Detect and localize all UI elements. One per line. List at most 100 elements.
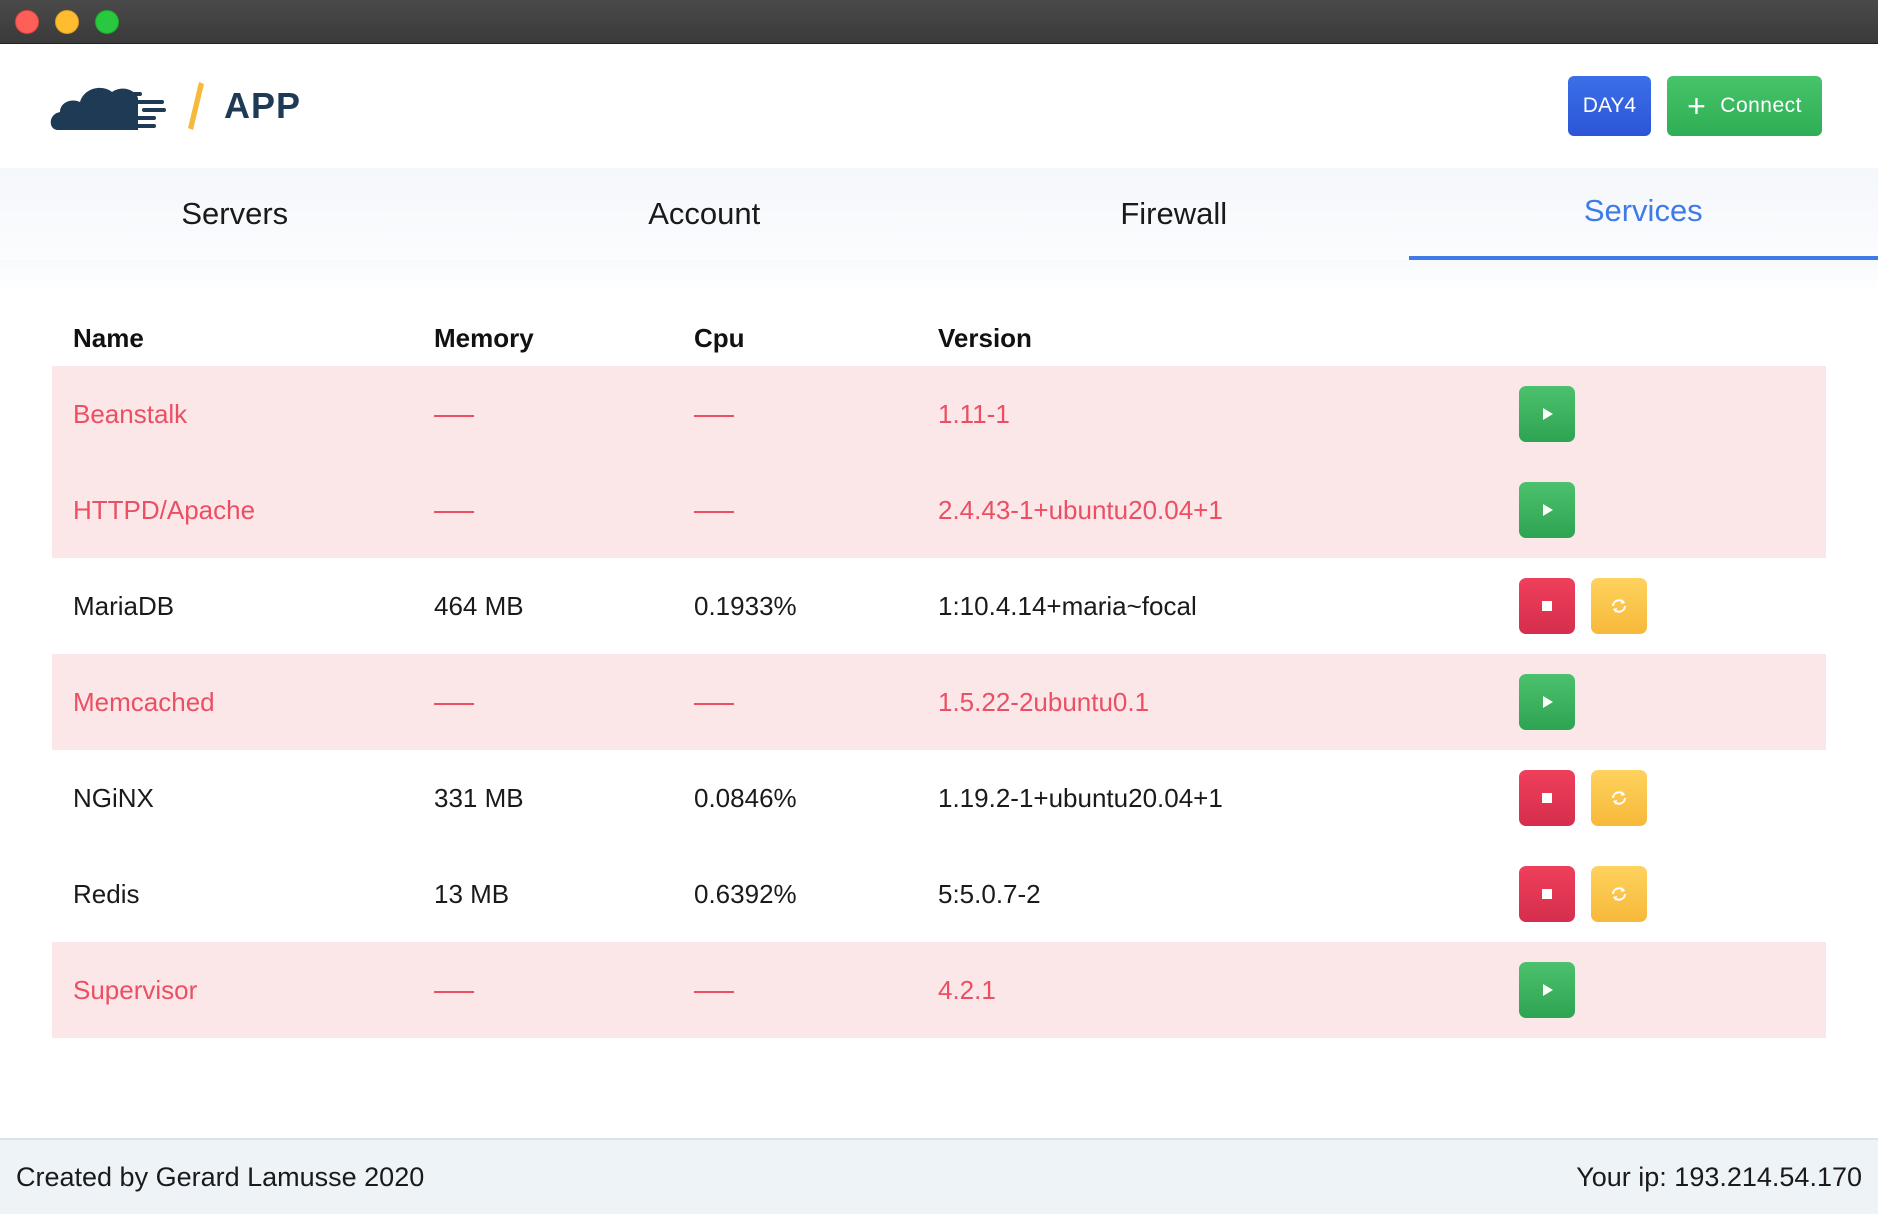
- stop-icon: [1542, 601, 1552, 611]
- column-header-memory: Memory: [434, 322, 534, 353]
- column-header-version: Version: [938, 322, 1032, 353]
- service-version: 1.11-1: [938, 398, 1010, 429]
- service-name: Redis: [73, 878, 140, 909]
- stop-service-button[interactable]: [1519, 866, 1575, 922]
- start-service-button[interactable]: [1519, 962, 1575, 1018]
- footer: Created by Gerard Lamusse 2020 Your ip: …: [0, 1138, 1878, 1214]
- table-row: Supervisor 4.2.1: [52, 942, 1826, 1038]
- service-name: NGiNX: [73, 782, 154, 813]
- tabs-divider: [0, 260, 1878, 290]
- restart-icon: [1612, 599, 1626, 613]
- service-version: 1.5.22-2ubuntu0.1: [938, 686, 1150, 717]
- service-name: Supervisor: [73, 974, 198, 1005]
- restart-icon: [1612, 887, 1626, 901]
- service-version: 4.2.1: [938, 974, 996, 1005]
- restart-service-button[interactable]: [1591, 770, 1647, 826]
- service-actions: [1519, 770, 1826, 826]
- plus-icon: +: [1687, 88, 1707, 124]
- service-actions: [1519, 482, 1826, 538]
- title-bar: [0, 0, 1878, 44]
- service-memory: [434, 495, 694, 526]
- cloud-logo-icon: [50, 87, 166, 130]
- restart-service-button[interactable]: [1591, 578, 1647, 634]
- service-memory: 331 MB: [434, 782, 524, 813]
- table-row: NGiNX 331 MB 0.0846% 1.19.2-1+ubuntu20.04+1: [52, 750, 1826, 846]
- tab-account[interactable]: Account: [470, 168, 940, 260]
- table-row: Beanstalk 1.11-1: [52, 366, 1826, 462]
- app-window: APP DAY4 + Connect Servers Account Firew…: [0, 0, 1878, 1214]
- service-memory: 464 MB: [434, 590, 524, 621]
- empty-value-dash: [694, 414, 734, 417]
- service-cpu: 0.6392%: [694, 878, 797, 909]
- empty-value-dash: [434, 702, 474, 705]
- service-actions: [1519, 578, 1826, 634]
- close-window-button[interactable]: [15, 10, 39, 34]
- table-header: Name Memory Cpu Version: [52, 310, 1826, 366]
- service-actions: [1519, 674, 1826, 730]
- header-actions: DAY4 + Connect: [1567, 76, 1822, 136]
- stop-icon: [1542, 793, 1552, 803]
- app-logo: APP: [50, 80, 301, 132]
- service-cpu: 0.0846%: [694, 782, 797, 813]
- table-body: Beanstalk 1.11-1 HTTPD/Apache 2.4.43-1+ubun…: [52, 366, 1826, 1038]
- service-name: Beanstalk: [73, 398, 188, 429]
- app-header: APP DAY4 + Connect: [0, 44, 1878, 168]
- app-name: APP: [224, 85, 302, 126]
- services-table: Name Memory Cpu Version Beanstalk 1.11-1 H…: [52, 310, 1826, 1038]
- play-icon: [1543, 408, 1553, 420]
- connect-button[interactable]: + Connect: [1667, 76, 1822, 136]
- service-version: 1:10.4.14+maria~focal: [938, 590, 1197, 621]
- stop-service-button[interactable]: [1519, 770, 1575, 826]
- play-icon: [1543, 984, 1553, 996]
- column-header-cpu: Cpu: [694, 322, 745, 353]
- service-memory: [434, 399, 694, 430]
- service-actions: [1519, 962, 1826, 1018]
- day-button[interactable]: DAY4: [1567, 76, 1652, 136]
- service-cpu: [694, 495, 938, 526]
- service-actions: [1519, 866, 1826, 922]
- empty-value-dash: [694, 990, 734, 993]
- tab-firewall[interactable]: Firewall: [939, 168, 1409, 260]
- empty-value-dash: [694, 702, 734, 705]
- table-row: Redis 13 MB 0.6392% 5:5.0.7-2: [52, 846, 1826, 942]
- maximize-window-button[interactable]: [95, 10, 119, 34]
- stop-icon: [1542, 889, 1552, 899]
- connect-label: Connect: [1720, 94, 1802, 117]
- play-icon: [1543, 696, 1553, 708]
- service-version: 2.4.43-1+ubuntu20.04+1: [938, 494, 1223, 525]
- service-memory: [434, 975, 694, 1006]
- minimize-window-button[interactable]: [55, 10, 79, 34]
- start-service-button[interactable]: [1519, 674, 1575, 730]
- empty-value-dash: [434, 990, 474, 993]
- tab-services[interactable]: Services: [1408, 168, 1878, 260]
- slash-logo-icon: [188, 82, 204, 130]
- service-cpu: [694, 399, 938, 430]
- column-header-name: Name: [73, 322, 144, 353]
- service-version: 5:5.0.7-2: [938, 878, 1041, 909]
- service-cpu: 0.1933%: [694, 590, 797, 621]
- table-row: HTTPD/Apache 2.4.43-1+ubuntu20.04+1: [52, 462, 1826, 558]
- service-cpu: [694, 687, 938, 718]
- table-row: MariaDB 464 MB 0.1933% 1:10.4.14+maria~foca…: [52, 558, 1826, 654]
- main-tabs: Servers Account Firewall Services: [0, 168, 1878, 260]
- table-row: Memcached 1.5.22-2ubuntu0.1: [52, 654, 1826, 750]
- service-version: 1.19.2-1+ubuntu20.04+1: [938, 782, 1223, 813]
- service-actions: [1519, 386, 1826, 442]
- footer-ip: Your ip: 193.214.54.170: [1576, 1161, 1862, 1192]
- service-name: HTTPD/Apache: [73, 494, 256, 525]
- restart-icon: [1612, 791, 1626, 805]
- service-cpu: [694, 975, 938, 1006]
- empty-value-dash: [434, 414, 474, 417]
- start-service-button[interactable]: [1519, 386, 1575, 442]
- empty-value-dash: [434, 510, 474, 513]
- service-memory: [434, 687, 694, 718]
- restart-service-button[interactable]: [1591, 866, 1647, 922]
- play-icon: [1543, 504, 1553, 516]
- service-name: Memcached: [73, 686, 215, 717]
- service-name: MariaDB: [73, 590, 175, 621]
- start-service-button[interactable]: [1519, 482, 1575, 538]
- tab-servers[interactable]: Servers: [0, 168, 470, 260]
- empty-value-dash: [694, 510, 734, 513]
- footer-credit: Created by Gerard Lamusse 2020: [16, 1161, 425, 1192]
- stop-service-button[interactable]: [1519, 578, 1575, 634]
